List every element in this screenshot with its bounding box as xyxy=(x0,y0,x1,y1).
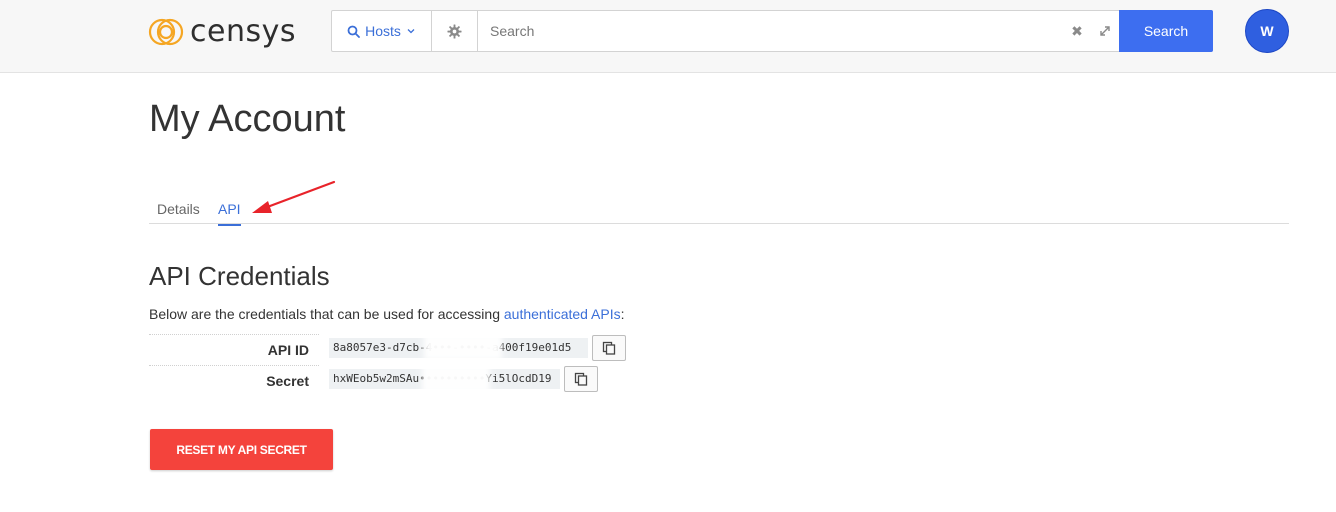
close-icon: ✖ xyxy=(1071,22,1083,39)
censys-logo-icon xyxy=(148,18,184,46)
authenticated-apis-link[interactable]: authenticated APIs xyxy=(504,306,621,322)
copy-icon xyxy=(574,372,588,386)
api-id-label: API ID xyxy=(267,342,309,358)
credentials-description: Below are the credentials that can be us… xyxy=(149,305,625,323)
reset-api-secret-button[interactable]: RESET MY API SECRET xyxy=(150,429,333,470)
description-text: Below are the credentials that can be us… xyxy=(149,306,504,322)
search-input[interactable] xyxy=(478,11,1063,51)
search-scope-dropdown[interactable]: Hosts xyxy=(332,11,432,51)
description-suffix: : xyxy=(620,306,625,322)
brand-name: censys xyxy=(190,14,296,49)
secret-label: Secret xyxy=(266,373,309,389)
search-bar: Hosts ✖ xyxy=(331,10,1213,52)
user-avatar[interactable]: W xyxy=(1245,9,1289,53)
chevron-down-icon xyxy=(407,29,415,34)
redaction-mask xyxy=(422,365,490,393)
copy-api-id-button[interactable] xyxy=(592,335,626,361)
secret-row: Secret xyxy=(149,365,319,395)
annotation-arrow-icon xyxy=(252,180,336,213)
tab-api[interactable]: API xyxy=(218,200,241,226)
copy-secret-button[interactable] xyxy=(564,366,598,392)
clear-search-button[interactable]: ✖ xyxy=(1063,11,1091,51)
tab-details[interactable]: Details xyxy=(157,200,200,224)
search-settings-button[interactable] xyxy=(432,11,478,51)
page-title: My Account xyxy=(149,98,346,140)
top-header: censys Hosts Search ✖ Search W xyxy=(0,0,1336,73)
redaction-mask xyxy=(424,334,502,360)
search-icon xyxy=(347,25,360,38)
api-credentials-heading: API Credentials xyxy=(149,261,330,291)
search-scope-label: Hosts xyxy=(365,23,401,39)
gear-icon xyxy=(447,23,462,39)
search-button[interactable]: Search xyxy=(1119,10,1213,52)
expand-search-button[interactable] xyxy=(1091,11,1119,51)
copy-icon xyxy=(602,341,616,355)
expand-icon xyxy=(1100,26,1110,36)
api-id-row: API ID xyxy=(149,334,319,364)
censys-logo[interactable]: censys xyxy=(148,14,296,50)
